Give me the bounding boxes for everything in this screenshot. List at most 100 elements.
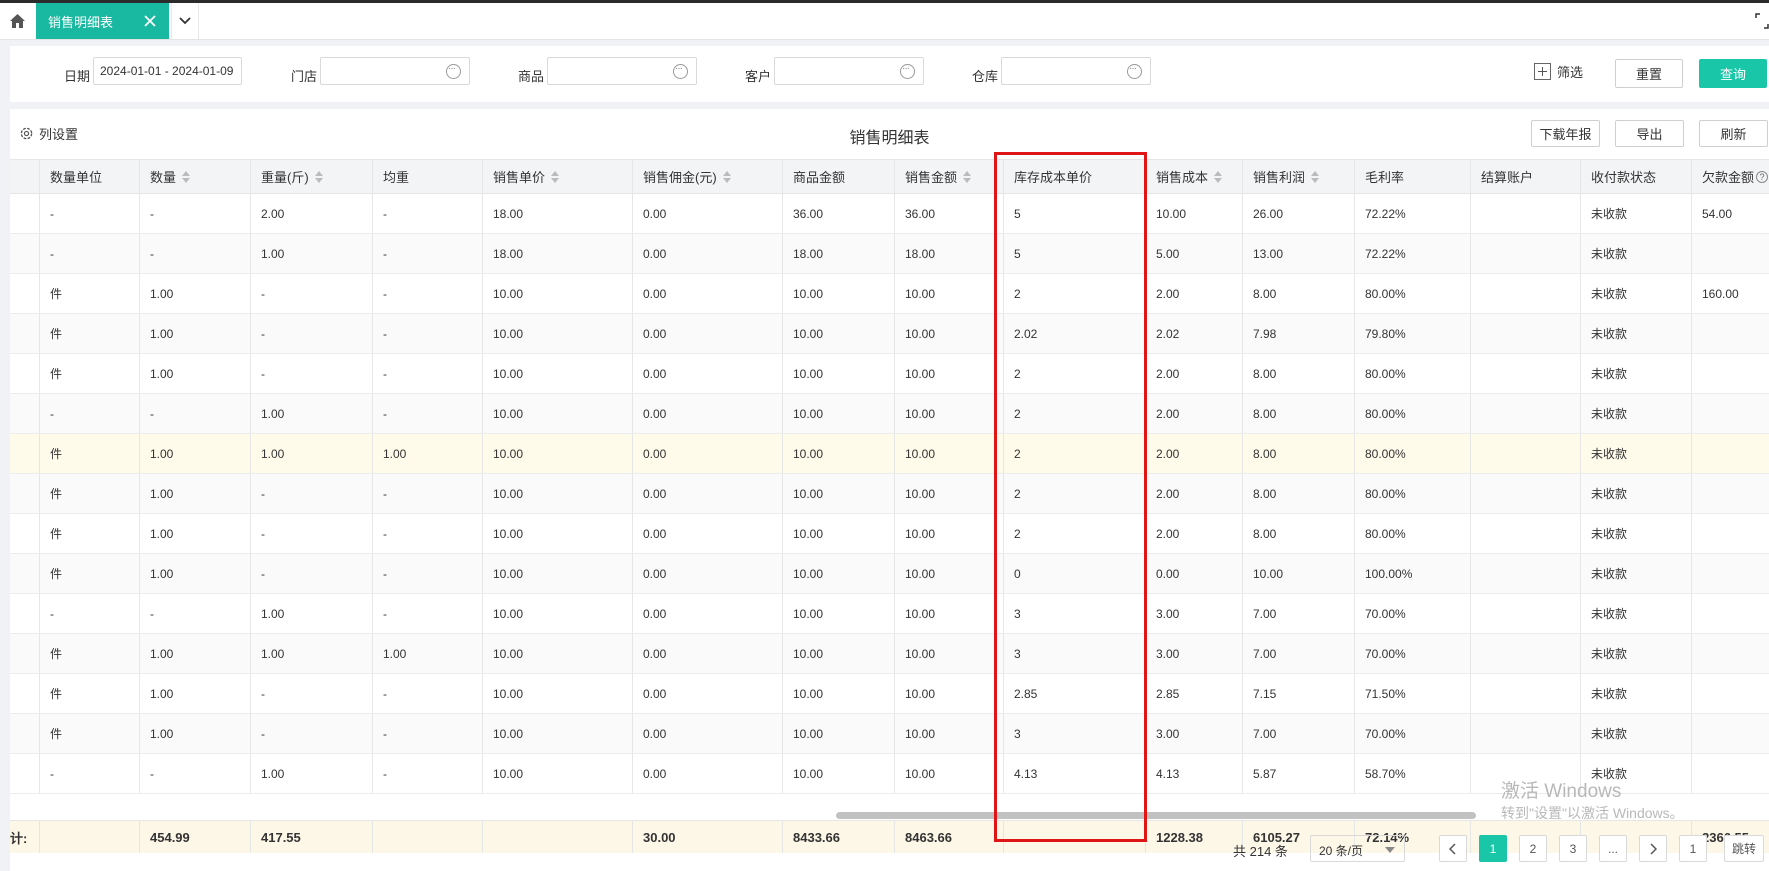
table-row[interactable]: 件 1.00- -10.00 0.00 10.00 10.00 2 2.00 8.00 80.00… — [10, 474, 1769, 514]
table-cell — [1692, 594, 1769, 633]
table-cell: 80.00% — [1355, 474, 1471, 513]
page-jump-input[interactable]: 1 — [1679, 835, 1707, 862]
page-2-button[interactable]: 2 — [1519, 835, 1547, 862]
sort-icon[interactable] — [963, 170, 972, 183]
jump-button[interactable]: 跳转 — [1724, 835, 1764, 862]
home-button[interactable] — [0, 3, 34, 39]
tab-sales-detail[interactable]: 销售明细表 — [36, 3, 169, 39]
table-cell: 1.00 — [140, 714, 251, 753]
table-cell: 0.00 — [633, 754, 783, 793]
table-panel: 销售明细表 列设置 下载年报 导出 刷新 数量单位 数量 重量(斤) 均重 销售单价 销售… — [10, 109, 1769, 871]
table-cell: 10.00 — [783, 554, 895, 593]
activation-watermark-title: 激活 Windows — [1501, 781, 1622, 802]
table-cell — [1692, 354, 1769, 393]
close-icon[interactable] — [141, 12, 159, 30]
table-cell — [1692, 234, 1769, 273]
sort-icon[interactable] — [1311, 170, 1320, 183]
page-size-select[interactable]: 20 条/页 — [1310, 835, 1405, 862]
table-cell: 10.00 — [483, 674, 633, 713]
tab-list-dropdown[interactable] — [171, 3, 199, 39]
table-row[interactable]: 件 1.00 1.00 1.00 10.00 0.00 10.00 10.00 2 2.00 8.0… — [10, 434, 1769, 474]
date-range-input[interactable]: 2024-01-01 - 2024-01-09 — [93, 57, 242, 85]
table-cell — [1471, 554, 1581, 593]
sort-icon[interactable] — [551, 170, 560, 183]
more-icon[interactable] — [900, 62, 915, 79]
table-cell — [1692, 754, 1769, 793]
table-cell: - — [251, 554, 373, 593]
column-header[interactable]: 均重 — [373, 160, 483, 193]
column-header[interactable]: 库存成本单价 — [1004, 160, 1146, 193]
column-header[interactable]: 结算账户 — [1471, 160, 1581, 193]
table-row[interactable]: 件 1.00- -10.00 0.00 10.00 10.00 2.85 2.85 7.15 71… — [10, 674, 1769, 714]
table-cell: 80.00% — [1355, 514, 1471, 553]
table-cell: 10.00 — [783, 394, 895, 433]
page-3-button[interactable]: 3 — [1559, 835, 1587, 862]
sort-icon[interactable] — [182, 170, 191, 183]
column-settings-button[interactable]: 列设置 — [19, 124, 78, 143]
row-lead-cell — [10, 434, 40, 473]
column-header[interactable]: 商品金额 — [783, 160, 895, 193]
export-button[interactable]: 导出 — [1615, 120, 1684, 147]
column-header[interactable]: 数量 — [140, 160, 251, 193]
filter-toggle[interactable]: 筛选 — [1534, 62, 1583, 81]
sort-icon[interactable] — [314, 170, 323, 183]
next-page-button[interactable] — [1639, 835, 1667, 862]
table-cell: 1.00 — [373, 434, 483, 473]
query-button[interactable]: 查询 — [1699, 59, 1767, 88]
download-annual-report-button[interactable]: 下载年报 — [1531, 120, 1600, 147]
column-header[interactable]: 欠款金额? — [1692, 160, 1769, 193]
table-row[interactable]: 件 1.00- -10.00 0.00 10.00 10.00 2 2.00 8.00 80.00… — [10, 274, 1769, 314]
table-cell: 2 — [1004, 274, 1146, 313]
table-cell: 2.00 — [1146, 474, 1243, 513]
store-input[interactable] — [320, 57, 470, 85]
table-row[interactable]: 件 1.00- -10.00 0.00 10.00 10.00 0 0.00 10.00 100.… — [10, 554, 1769, 594]
table-cell: 未收款 — [1581, 194, 1692, 233]
table-row[interactable]: - -2.00-18.00 0.00 36.00 36.00 5 10.00 26.00 72.… — [10, 194, 1769, 234]
column-header[interactable]: 收付款状态 — [1581, 160, 1692, 193]
scrollbar-thumb[interactable] — [836, 812, 1476, 819]
table-cell: 1.00 — [140, 634, 251, 673]
product-input[interactable] — [547, 57, 697, 85]
sort-icon[interactable] — [1214, 170, 1223, 183]
table-row[interactable]: 件 1.00- -10.00 0.00 10.00 10.00 2 2.00 8.00 80.00… — [10, 514, 1769, 554]
column-header[interactable]: 毛利率 — [1355, 160, 1471, 193]
refresh-button[interactable]: 刷新 — [1699, 120, 1768, 147]
page-1-button[interactable]: 1 — [1479, 835, 1507, 862]
table-cell: 8.00 — [1243, 354, 1355, 393]
table-row[interactable]: - -1.00-18.00 0.00 18.00 18.00 5 5.00 13.00 72.2… — [10, 234, 1769, 274]
column-header[interactable]: 重量(斤) — [251, 160, 373, 193]
column-header[interactable]: 销售金额 — [895, 160, 1004, 193]
table-cell: 3 — [1004, 634, 1146, 673]
sort-icon[interactable] — [722, 170, 731, 183]
table-cell: - — [140, 394, 251, 433]
column-header[interactable]: 数量单位 — [40, 160, 140, 193]
prev-page-button[interactable] — [1439, 835, 1467, 862]
fullscreen-icon[interactable] — [1755, 13, 1769, 29]
table-cell: 10.00 — [895, 314, 1004, 353]
table-row[interactable]: 件 1.00- -10.00 0.00 10.00 10.00 3 3.00 7.00 70.00… — [10, 714, 1769, 754]
customer-input[interactable] — [774, 57, 924, 85]
page-ellipsis-button[interactable]: ... — [1599, 835, 1627, 862]
table-cell — [1692, 314, 1769, 353]
column-header[interactable]: 销售佣金(元) — [633, 160, 783, 193]
table-row[interactable]: 件 1.00- -10.00 0.00 10.00 10.00 2 2.00 8.00 80.00… — [10, 354, 1769, 394]
table-cell: 8.00 — [1243, 434, 1355, 473]
column-header-label: 销售利润 — [1253, 170, 1306, 185]
table-cell: 54.00 — [1692, 194, 1769, 233]
table-row[interactable]: - -1.00-10.00 0.00 10.00 10.00 2 2.00 8.00 80.00… — [10, 394, 1769, 434]
table-row[interactable]: 件 1.00 1.00 1.00 10.00 0.00 10.00 10.00 3 3.00 7.0… — [10, 634, 1769, 674]
more-icon[interactable] — [446, 62, 461, 79]
column-header[interactable]: 销售成本 — [1146, 160, 1243, 193]
reset-button[interactable]: 重置 — [1615, 59, 1683, 88]
table-row[interactable]: - -1.00-10.00 0.00 10.00 10.00 3 3.00 7.00 70.00… — [10, 594, 1769, 634]
help-icon[interactable]: ? — [1756, 170, 1769, 183]
table-cell: 10.00 — [483, 474, 633, 513]
column-header[interactable]: 销售单价 — [483, 160, 633, 193]
column-header[interactable]: 销售利润 — [1243, 160, 1355, 193]
table-cell: 2 — [1004, 434, 1146, 473]
warehouse-input[interactable] — [1001, 57, 1151, 85]
more-icon[interactable] — [1127, 62, 1142, 79]
table-row[interactable]: 件 1.00- -10.00 0.00 10.00 10.00 2.02 2.02 7.98 79… — [10, 314, 1769, 354]
table-cell: 件 — [40, 554, 140, 593]
more-icon[interactable] — [673, 62, 688, 79]
